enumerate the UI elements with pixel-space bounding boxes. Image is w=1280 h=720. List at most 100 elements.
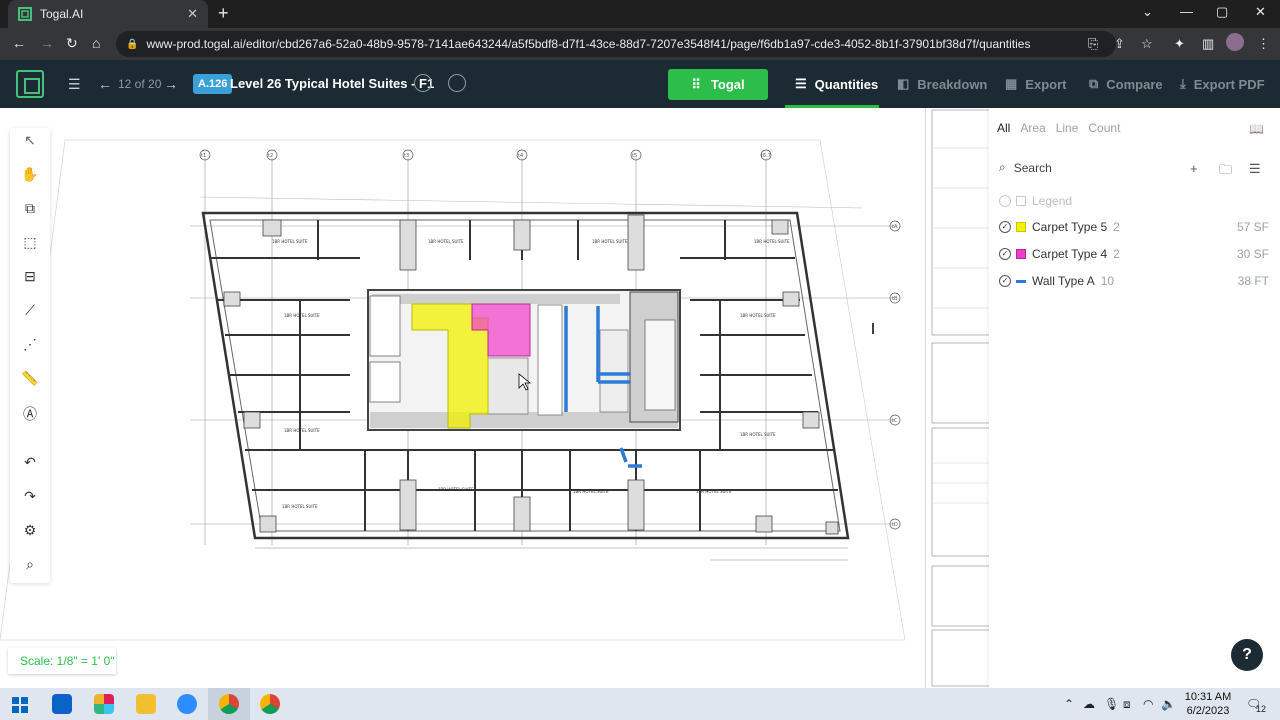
- cutout-tool-icon[interactable]: ⬚: [20, 234, 40, 251]
- line-tool-icon[interactable]: ⟋: [20, 302, 40, 319]
- filter-icon[interactable]: ☰: [1249, 161, 1261, 177]
- browser-tab[interactable]: Togal.AI ✕: [8, 0, 208, 28]
- file-explorer-icon[interactable]: [136, 694, 156, 714]
- browser-menu-icon[interactable]: ⋮: [1257, 36, 1270, 52]
- outlook-icon[interactable]: [52, 694, 72, 714]
- wifi-icon[interactable]: ◠: [1143, 697, 1153, 711]
- forward-icon[interactable]: →: [40, 35, 54, 51]
- svg-text:1BR HOTEL SUITE: 1BR HOTEL SUITE: [284, 428, 320, 433]
- togal-button[interactable]: ⠿ Togal: [668, 69, 768, 100]
- profile-avatar[interactable]: [1226, 33, 1244, 51]
- svg-text:1BR HOTEL SUITE: 1BR HOTEL SUITE: [284, 313, 320, 318]
- sheet-title[interactable]: Level 26 Typical Hotel Suites - F1: [230, 76, 434, 91]
- legend-checkbox[interactable]: [999, 195, 1011, 207]
- chrome-icon[interactable]: [219, 694, 239, 714]
- svg-text:1BR HOTEL SUITE: 1BR HOTEL SUITE: [592, 239, 628, 244]
- filter-tab-count[interactable]: Count: [1088, 121, 1120, 135]
- grid-dots-icon: ⠿: [691, 76, 701, 92]
- download-icon: ⤓: [1180, 76, 1186, 91]
- reload-icon[interactable]: ↻: [66, 35, 78, 52]
- cloud-icon[interactable]: ☁: [1083, 697, 1095, 711]
- book-icon[interactable]: 📖: [1249, 122, 1264, 136]
- list-item-wall-type-a[interactable]: ✓ Wall Type A 10 38 FT: [999, 271, 1269, 291]
- new-tab-icon[interactable]: +: [218, 3, 229, 24]
- legend-row[interactable]: Legend: [999, 191, 1269, 211]
- filter-tab-area[interactable]: Area: [1020, 121, 1045, 135]
- system-clock[interactable]: 10:31 AM 6/2/2023: [1183, 690, 1233, 718]
- user-assign-icon[interactable]: [448, 74, 466, 92]
- home-icon[interactable]: ⌂: [92, 35, 100, 51]
- bookmark-star-icon[interactable]: ☆: [1141, 36, 1153, 52]
- share-icon[interactable]: ⇪: [1114, 36, 1125, 52]
- title-block-strip: [925, 108, 989, 688]
- hamburger-menu-icon[interactable]: ☰: [68, 76, 81, 93]
- drawing-canvas[interactable]: 1BR HOTEL SUITE 1BR HOTEL SUITE 1BR HOTEL…: [0, 108, 925, 688]
- app-toolbar: ☰ ← 12 of 20 → A.126 Level 26 Typical Ho…: [0, 60, 1280, 108]
- zoom-icon[interactable]: [177, 694, 197, 714]
- clock-date: 6/2/2023: [1186, 705, 1230, 717]
- next-page-icon[interactable]: →: [164, 76, 178, 92]
- svg-text:t3: t3: [404, 153, 409, 159]
- scale-indicator[interactable]: Scale: 1/8" = 1' 0": [8, 648, 116, 674]
- svg-text:t4: t4: [518, 153, 523, 159]
- list-item-carpet-type-5[interactable]: ✓ Carpet Type 5 2 57 SF: [999, 217, 1269, 237]
- add-icon[interactable]: +: [1190, 161, 1198, 176]
- svg-text:1BR HOTEL SUITE: 1BR HOTEL SUITE: [754, 239, 790, 244]
- clock-time: 10:31 AM: [1184, 691, 1232, 703]
- count-tool-icon[interactable]: Ⓐ: [20, 404, 40, 424]
- redo-icon[interactable]: ↷: [20, 488, 40, 505]
- display-icon[interactable]: ⧈: [1123, 697, 1131, 712]
- zoom-search-icon[interactable]: ⌕: [20, 556, 40, 573]
- togal-logo-icon[interactable]: [16, 70, 44, 98]
- togal-button-label: Togal: [710, 77, 745, 92]
- filter-tab-all[interactable]: All: [997, 121, 1010, 135]
- search-icon: ⌕: [999, 160, 1006, 174]
- visibility-check-icon[interactable]: ✓: [999, 275, 1011, 287]
- tray-overflow-icon[interactable]: ⌃: [1064, 697, 1074, 711]
- close-window-icon[interactable]: ✕: [1255, 4, 1266, 20]
- settings-sliders-icon[interactable]: ⚙: [20, 522, 40, 539]
- chart-icon: ◧: [897, 76, 910, 91]
- split-tool-icon[interactable]: ⊟: [20, 268, 40, 285]
- side-panel-icon[interactable]: ▥: [1202, 36, 1214, 52]
- tab-close-icon[interactable]: ✕: [187, 6, 198, 22]
- undo-icon[interactable]: ↶: [20, 454, 40, 471]
- install-app-icon[interactable]: ⎘: [1088, 36, 1098, 52]
- ruler-icon[interactable]: 📏: [20, 370, 40, 387]
- previous-page-icon[interactable]: ←: [98, 76, 112, 92]
- check-status-icon[interactable]: [414, 74, 432, 92]
- item-count: 10: [1100, 274, 1115, 288]
- filter-tab-line[interactable]: Line: [1056, 121, 1079, 135]
- chrome-profile-icon[interactable]: [260, 694, 280, 714]
- item-name: Carpet Type 5: [1032, 220, 1108, 234]
- maximize-icon[interactable]: ▢: [1216, 4, 1228, 20]
- select-tool-icon[interactable]: ↖: [20, 132, 40, 149]
- volume-icon[interactable]: 🔈: [1161, 697, 1176, 711]
- visibility-check-icon[interactable]: ✓: [999, 221, 1011, 233]
- search-field[interactable]: ⌕ Search: [999, 160, 1052, 175]
- visibility-check-icon[interactable]: ✓: [999, 248, 1011, 260]
- tab-breakdown[interactable]: ◧ Breakdown: [897, 76, 987, 92]
- polyline-tool-icon[interactable]: ⋰: [20, 336, 40, 353]
- browser-tab-bar: Togal.AI ✕ + ⌄ — ▢ ✕: [0, 0, 1280, 28]
- microphone-icon[interactable]: 🎙: [1104, 697, 1119, 711]
- pan-hand-icon[interactable]: ✋: [20, 166, 40, 183]
- svg-text:1BR HOTEL SUITE: 1BR HOTEL SUITE: [740, 432, 776, 437]
- tab-compare[interactable]: ⧉ Compare: [1089, 76, 1163, 92]
- tab-quantities[interactable]: ☰ Quantities: [795, 76, 878, 92]
- help-button[interactable]: ?: [1231, 639, 1263, 671]
- windows-start-icon[interactable]: [12, 697, 28, 713]
- extensions-icon[interactable]: ✦: [1174, 36, 1185, 52]
- svg-text:1BR HOTEL SUITE: 1BR HOTEL SUITE: [573, 489, 609, 494]
- back-icon[interactable]: ←: [12, 35, 26, 51]
- area-tool-icon[interactable]: ⧉: [20, 200, 40, 217]
- url-text: www-prod.togal.ai/editor/cbd267a6-52a0-4…: [146, 37, 1031, 51]
- slack-icon[interactable]: [94, 694, 114, 714]
- list-item-carpet-type-4[interactable]: ✓ Carpet Type 4 2 30 SF: [999, 244, 1269, 264]
- minimize-icon[interactable]: —: [1180, 4, 1193, 19]
- tab-export[interactable]: ▦ Export: [1005, 76, 1066, 92]
- tab-search-icon[interactable]: ⌄: [1142, 4, 1153, 20]
- folder-icon[interactable]: 🗀: [1219, 161, 1232, 183]
- url-field[interactable]: 🔒 www-prod.togal.ai/editor/cbd267a6-52a0…: [116, 31, 1116, 57]
- export-pdf-button[interactable]: ⤓ Export PDF: [1180, 76, 1265, 92]
